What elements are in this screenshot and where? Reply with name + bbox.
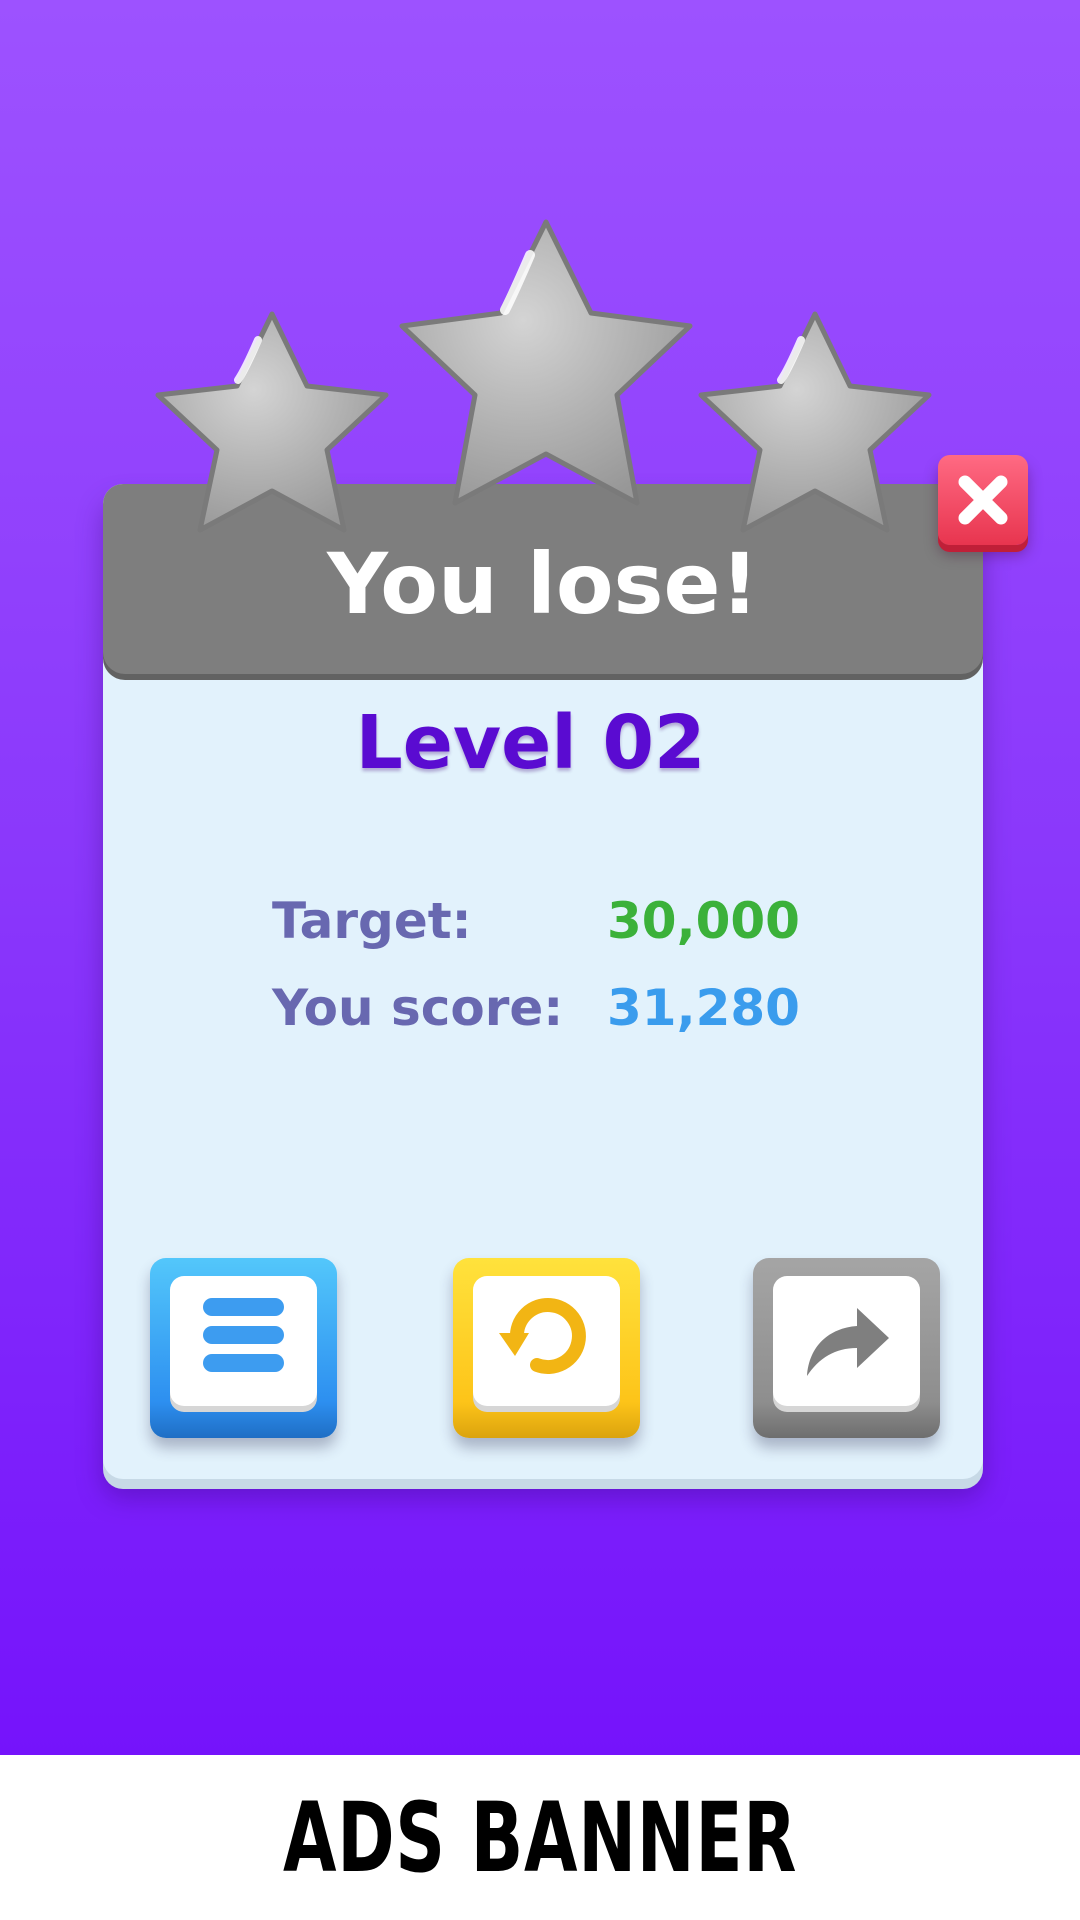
share-button[interactable] bbox=[753, 1258, 940, 1438]
retry-button[interactable] bbox=[453, 1258, 640, 1438]
score-label: You score: bbox=[272, 979, 564, 1037]
share-icon bbox=[807, 1308, 889, 1376]
target-label: Target: bbox=[272, 892, 472, 950]
target-value: 30,000 bbox=[607, 892, 800, 950]
menu-button[interactable] bbox=[150, 1258, 337, 1438]
menu-icon bbox=[203, 1298, 284, 1372]
result-title: You lose! bbox=[327, 535, 759, 633]
ads-banner[interactable]: ADS BANNER bbox=[0, 1755, 1080, 1920]
dialog-header: You lose! bbox=[103, 484, 983, 674]
level-label: Level 02 bbox=[355, 700, 706, 786]
close-button[interactable] bbox=[938, 455, 1028, 545]
retry-icon bbox=[499, 1298, 586, 1374]
ads-banner-label: ADS BANNER bbox=[282, 1781, 798, 1894]
close-icon bbox=[958, 475, 1008, 525]
score-value: 31,280 bbox=[607, 979, 800, 1037]
